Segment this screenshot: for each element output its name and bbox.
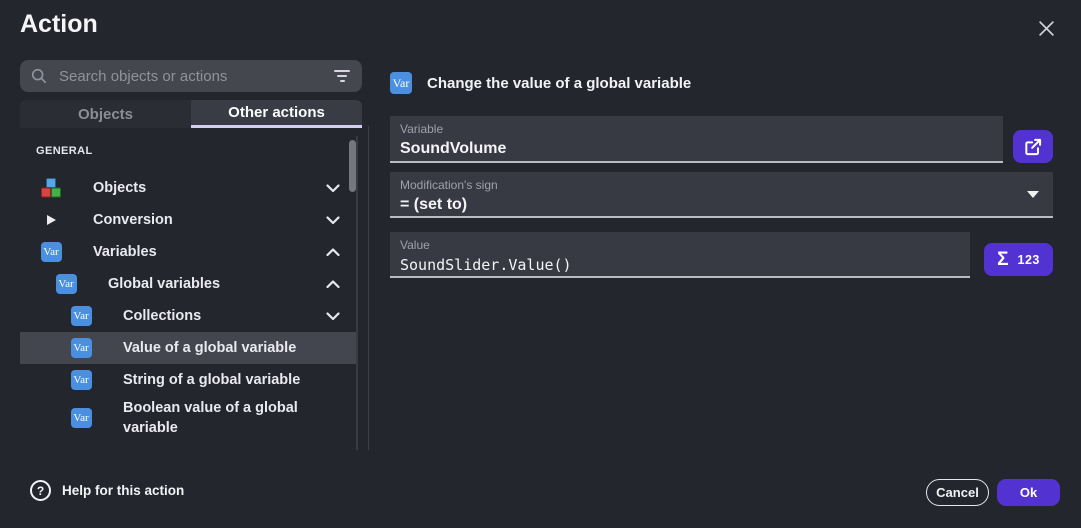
play-triangle-icon <box>40 210 62 230</box>
tree-item-label: Value of a global variable <box>123 338 296 358</box>
tree-item-label: String of a global variable <box>123 370 300 390</box>
help-link[interactable]: ? Help for this action <box>30 480 184 501</box>
open-in-new-icon <box>1023 137 1043 157</box>
scrollbar-track <box>356 136 358 450</box>
search-input[interactable] <box>57 67 332 86</box>
tab-bar: Objects Other actions <box>20 100 362 128</box>
tab-other-actions[interactable]: Other actions <box>191 100 362 128</box>
action-title: Change the value of a global variable <box>427 75 691 92</box>
page-title: Action <box>20 10 98 39</box>
field-value: = (set to) <box>400 195 1043 215</box>
tab-objects[interactable]: Objects <box>20 100 191 128</box>
section-label-general: GENERAL <box>36 145 93 157</box>
tree-item-label: Objects <box>93 178 146 198</box>
tree-item-conversion[interactable]: Conversion <box>20 204 356 236</box>
sigma-icon: Σ <box>997 250 1008 269</box>
close-icon <box>1038 20 1055 37</box>
var-badge-icon: Var <box>70 306 92 326</box>
field-label: Variable <box>400 122 993 136</box>
filter-icon[interactable] <box>332 66 352 86</box>
tree-item-variables[interactable]: Var Variables <box>20 236 356 268</box>
chevron-down-icon[interactable] <box>326 184 340 193</box>
search-icon <box>30 67 48 85</box>
expression-builder-button[interactable]: Σ 123 <box>984 243 1053 276</box>
value-expression-field[interactable]: Value SoundSlider.Value() <box>390 232 970 278</box>
close-button[interactable] <box>1030 12 1062 44</box>
tree-item-label: Variables <box>93 242 157 262</box>
variable-field[interactable]: Variable SoundVolume <box>390 116 1003 163</box>
field-value[interactable]: SoundVolume <box>400 139 993 159</box>
chevron-up-icon[interactable] <box>326 280 340 289</box>
var-badge-icon: Var <box>70 338 92 358</box>
tree-item-global-variables[interactable]: Var Global variables <box>20 268 356 300</box>
tree-item-value-of-global-variable[interactable]: Var Value of a global variable <box>20 332 356 364</box>
open-variable-editor-button[interactable] <box>1013 130 1053 163</box>
chevron-down-icon[interactable] <box>326 216 340 225</box>
field-label: Modification's sign <box>400 178 1043 192</box>
help-question-icon: ? <box>30 480 51 501</box>
action-category-tree: Objects Conversion Var Variables Var Glo… <box>20 172 356 440</box>
var-badge-icon: Var <box>40 242 62 262</box>
var-badge-icon: Var <box>390 72 412 94</box>
tree-item-boolean-value-of-global-variable[interactable]: Var Boolean value of a global variable <box>20 396 356 440</box>
tree-item-objects[interactable]: Objects <box>20 172 356 204</box>
tree-item-label: Conversion <box>93 210 173 230</box>
cancel-button[interactable]: Cancel <box>926 479 989 506</box>
var-badge-icon: Var <box>55 274 77 294</box>
chevron-up-icon[interactable] <box>326 248 340 257</box>
var-badge-icon: Var <box>70 408 92 428</box>
numbers-label: 123 <box>1018 253 1040 267</box>
tree-item-collections[interactable]: Var Collections <box>20 300 356 332</box>
tree-item-label: Collections <box>123 306 201 326</box>
objects-cubes-icon <box>40 178 62 198</box>
scrollbar-thumb[interactable] <box>349 140 356 192</box>
ok-button[interactable]: Ok <box>997 479 1060 506</box>
var-badge-icon: Var <box>70 370 92 390</box>
search-bar[interactable] <box>20 60 362 92</box>
field-value[interactable]: SoundSlider.Value() <box>400 255 960 275</box>
help-label: Help for this action <box>62 483 184 498</box>
action-dialog: Action Objects Other actions GENERAL <box>0 0 1081 528</box>
chevron-down-icon[interactable] <box>326 312 340 321</box>
tree-item-string-of-global-variable[interactable]: Var String of a global variable <box>20 364 356 396</box>
action-header: Var Change the value of a global variabl… <box>390 72 691 94</box>
chevron-down-icon <box>1027 191 1039 198</box>
panel-divider <box>368 126 369 450</box>
field-label: Value <box>400 238 960 252</box>
modification-sign-select[interactable]: Modification's sign = (set to) <box>390 172 1053 218</box>
tree-item-label: Boolean value of a global variable <box>123 398 328 438</box>
tree-item-label: Global variables <box>108 274 220 294</box>
